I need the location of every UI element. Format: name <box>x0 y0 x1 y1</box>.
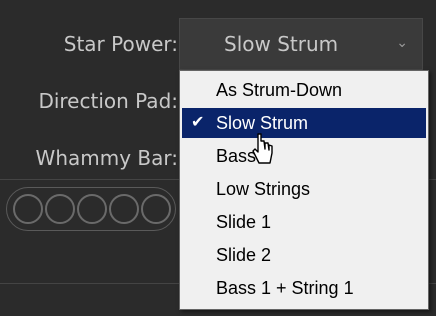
star-power-label: Star Power: <box>63 32 178 56</box>
menu-item-slide-2[interactable]: Slide 2 <box>182 240 426 270</box>
menu-item-bass-1-string-1[interactable]: Bass 1 + String 1 <box>182 273 426 303</box>
indicator-circle <box>13 194 43 224</box>
mouse-pointer-icon <box>252 133 273 164</box>
direction-pad-label: Direction Pad: <box>38 89 178 113</box>
indicator-circle <box>45 194 75 224</box>
menu-item-label: Slide 1 <box>216 212 272 232</box>
menu-item-low-strings[interactable]: Low Strings <box>182 174 426 204</box>
checkmark-icon: ✔ <box>191 114 205 131</box>
indicator-circle <box>109 194 139 224</box>
menu-item-label: Bass 1 + String 1 <box>216 278 354 298</box>
indicator-circles <box>6 187 176 231</box>
indicator-circle <box>141 194 171 224</box>
indicator-circle <box>77 194 107 224</box>
menu-item-as-strum-down[interactable]: As Strum-Down <box>182 75 426 105</box>
star-power-dropdown-menu: As Strum-Down ✔ Slow Strum Bass 1 Low St… <box>179 70 429 310</box>
menu-item-slide-1[interactable]: Slide 1 <box>182 207 426 237</box>
star-power-selected-value: Slow Strum <box>224 32 339 56</box>
menu-item-label: Low Strings <box>216 179 311 199</box>
menu-item-label: As Strum-Down <box>216 80 343 100</box>
menu-item-label: Slide 2 <box>216 245 272 265</box>
whammy-bar-label: Whammy Bar: <box>35 146 178 170</box>
menu-item-slow-strum[interactable]: ✔ Slow Strum <box>182 108 426 138</box>
menu-item-bass-1[interactable]: Bass 1 <box>182 141 426 171</box>
star-power-dropdown[interactable]: Slow Strum ⌄ <box>179 18 423 70</box>
chevron-down-icon: ⌄ <box>396 35 408 51</box>
